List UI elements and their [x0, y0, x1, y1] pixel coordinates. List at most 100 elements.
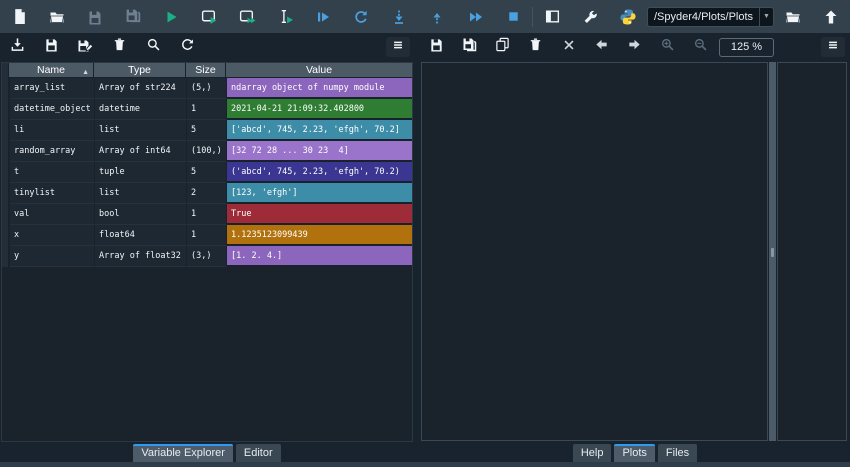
cell-size[interactable]: (5,): [187, 78, 227, 99]
save-plot-button[interactable]: [420, 33, 453, 61]
cell-size[interactable]: (100,): [187, 141, 227, 162]
cell-type[interactable]: bool: [95, 204, 187, 225]
save-button[interactable]: [76, 0, 114, 33]
refresh-button[interactable]: [170, 33, 204, 61]
table-row[interactable]: random_array Array of int64 (100,) [32 72 2…: [10, 141, 412, 162]
cell-type[interactable]: list: [95, 120, 187, 141]
save-all-button[interactable]: [114, 0, 152, 33]
run-button[interactable]: [152, 0, 190, 33]
remove-plot-button[interactable]: [519, 33, 552, 61]
plots-options-button[interactable]: [821, 37, 845, 57]
cell-name[interactable]: array_list: [10, 78, 95, 99]
cell-type[interactable]: datetime: [95, 99, 187, 120]
run-cell-advance-button[interactable]: [228, 0, 266, 33]
cell-name[interactable]: t: [10, 162, 95, 183]
column-header-type[interactable]: Type: [94, 63, 186, 78]
table-row[interactable]: array_list Array of str224 (5,) ndarray obj…: [10, 78, 412, 99]
cell-value[interactable]: [1. 2. 4.]: [227, 246, 412, 267]
table-row[interactable]: li list 5 ['abcd', 745, 2.23, 'efgh', 70.2]: [10, 120, 412, 141]
python-logo-icon: [619, 8, 637, 26]
save-data-as-button[interactable]: [68, 33, 102, 61]
table-row[interactable]: x float64 1 1.1235123099439: [10, 225, 412, 246]
plots-splitter-handle[interactable]: [769, 62, 776, 441]
zoom-in-icon: [660, 37, 675, 57]
rerun-button[interactable]: [342, 0, 380, 33]
cell-size[interactable]: 1: [187, 99, 227, 120]
cell-name[interactable]: y: [10, 246, 95, 267]
save-all-plots-button[interactable]: [453, 33, 486, 61]
cell-value[interactable]: ['abcd', 745, 2.23, 'efgh', 70.2]: [227, 120, 412, 141]
cell-name[interactable]: li: [10, 120, 95, 141]
preferences-button[interactable]: [571, 0, 609, 33]
parent-directory-button[interactable]: [812, 0, 850, 33]
cell-type[interactable]: tuple: [95, 162, 187, 183]
cell-name[interactable]: datetime_object: [10, 99, 95, 120]
tab-editor[interactable]: Editor: [235, 444, 281, 462]
run-selection-icon: [277, 8, 294, 25]
cell-value[interactable]: [123, 'efgh']: [227, 183, 412, 204]
step-into-button[interactable]: [380, 0, 418, 33]
tab-plots[interactable]: Plots: [614, 444, 655, 462]
table-row[interactable]: y Array of float32 (3,) [1. 2. 4.]: [10, 246, 412, 267]
cell-size[interactable]: (3,): [187, 246, 227, 267]
cell-type[interactable]: float64: [95, 225, 187, 246]
search-button[interactable]: [136, 33, 170, 61]
trash-icon: [528, 37, 543, 57]
table-row[interactable]: tinylist list 2 [123, 'efgh']: [10, 183, 412, 204]
cell-value[interactable]: 2021-04-21 21:09:32.402800: [227, 99, 412, 120]
tab-files[interactable]: Files: [657, 444, 698, 462]
variable-explorer-options-button[interactable]: [386, 37, 410, 57]
refresh-icon: [180, 37, 195, 57]
column-header-name[interactable]: Name ▲: [9, 63, 94, 78]
cell-value[interactable]: 1.1235123099439: [227, 225, 412, 246]
maximize-pane-button[interactable]: [533, 0, 571, 33]
cell-size[interactable]: 1: [187, 204, 227, 225]
window-bottom-edge: [0, 462, 850, 467]
step-return-button[interactable]: [418, 0, 456, 33]
continue-button[interactable]: [456, 0, 494, 33]
tab-help[interactable]: Help: [572, 444, 612, 462]
cell-size[interactable]: 1: [187, 225, 227, 246]
cell-value[interactable]: ndarray object of numpy module: [227, 78, 412, 99]
cell-name[interactable]: x: [10, 225, 95, 246]
zoom-out-button[interactable]: [684, 33, 717, 61]
cell-type[interactable]: list: [95, 183, 187, 204]
cell-size[interactable]: 2: [187, 183, 227, 204]
column-header-value[interactable]: Value: [226, 63, 412, 78]
table-row[interactable]: t tuple 5 ('abcd', 745, 2.23, 'efgh', 70.2): [10, 162, 412, 183]
new-file-button[interactable]: [0, 0, 38, 33]
cell-name[interactable]: random_array: [10, 141, 95, 162]
tab-variable-explorer[interactable]: Variable Explorer: [133, 444, 233, 462]
table-row[interactable]: val bool 1 True: [10, 204, 412, 225]
remove-all-plots-button[interactable]: [552, 33, 585, 61]
previous-plot-button[interactable]: [585, 33, 618, 61]
remove-variables-button[interactable]: [102, 33, 136, 61]
working-directory-combobox[interactable]: /Spyder4/Plots/Plots ▼: [647, 6, 774, 27]
cell-value[interactable]: [32 72 28 ... 30 23 4]: [227, 141, 412, 162]
next-plot-button[interactable]: [618, 33, 651, 61]
cell-type[interactable]: Array of str224: [95, 78, 187, 99]
cell-type[interactable]: Array of float32: [95, 246, 187, 267]
import-data-button[interactable]: [0, 33, 34, 61]
debug-file-button[interactable]: [304, 0, 342, 33]
column-header-size[interactable]: Size: [186, 63, 226, 78]
zoom-in-button[interactable]: [651, 33, 684, 61]
python-interpreter-button[interactable]: [609, 0, 647, 33]
run-cell-button[interactable]: [190, 0, 228, 33]
copy-image-button[interactable]: [486, 33, 519, 61]
table-row[interactable]: datetime_object datetime 1 2021-04-21 21:09…: [10, 99, 412, 120]
plots-toolbar: 125 %: [420, 33, 850, 61]
cell-type[interactable]: Array of int64: [95, 141, 187, 162]
cell-name[interactable]: val: [10, 204, 95, 225]
open-file-button[interactable]: [38, 0, 76, 33]
cell-name[interactable]: tinylist: [10, 183, 95, 204]
run-selection-button[interactable]: [266, 0, 304, 33]
save-data-button[interactable]: [34, 33, 68, 61]
cell-size[interactable]: 5: [187, 162, 227, 183]
cell-value[interactable]: ('abcd', 745, 2.23, 'efgh', 70.2): [227, 162, 412, 183]
cell-value[interactable]: True: [227, 204, 412, 225]
cell-size[interactable]: 5: [187, 120, 227, 141]
stop-button[interactable]: [494, 0, 532, 33]
open-directory-button[interactable]: [774, 0, 812, 33]
chevron-down-icon[interactable]: ▼: [759, 7, 773, 26]
